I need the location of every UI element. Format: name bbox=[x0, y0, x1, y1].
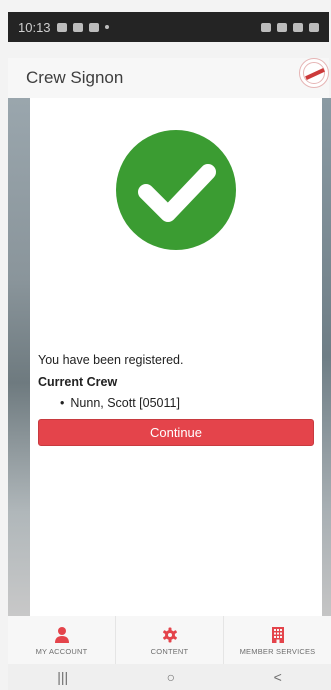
crew-member: Nunn, Scott [05011] bbox=[60, 396, 180, 410]
continue-button[interactable]: Continue bbox=[38, 419, 314, 446]
page-title: Crew Signon bbox=[26, 68, 124, 87]
more-dot-icon bbox=[104, 25, 109, 29]
gallery-icon bbox=[56, 22, 67, 32]
tab-content[interactable]: CONTENT bbox=[115, 616, 223, 664]
tab-label: CONTENT bbox=[150, 647, 189, 656]
tab-label: MEMBER SERVICES bbox=[239, 647, 316, 656]
crew-list: Nunn, Scott [05011] bbox=[60, 396, 180, 410]
app-header: Crew Signon bbox=[8, 58, 329, 98]
tab-my-account[interactable]: MY ACCOUNT bbox=[8, 616, 115, 664]
background-image-left bbox=[8, 98, 30, 616]
back-button[interactable]: < bbox=[274, 669, 282, 685]
registration-card: You have been registered. Current Crew N… bbox=[30, 98, 322, 616]
recents-button[interactable]: ||| bbox=[57, 669, 68, 685]
registered-message: You have been registered. bbox=[38, 353, 184, 367]
success-check-icon bbox=[116, 130, 236, 250]
location-icon bbox=[261, 22, 271, 32]
bottom-tab-bar: MY ACCOUNT CONTENT MEMBER SERVICES bbox=[8, 616, 331, 664]
status-bar: 10:13 bbox=[8, 12, 329, 42]
wifi-icon bbox=[277, 22, 287, 32]
cloud-icon bbox=[72, 22, 83, 32]
club-logo-icon[interactable] bbox=[299, 58, 329, 88]
system-nav-bar: ||| ○ < bbox=[8, 664, 331, 690]
tab-member-services[interactable]: MEMBER SERVICES bbox=[223, 616, 331, 664]
home-button[interactable]: ○ bbox=[167, 669, 175, 685]
clock: 10:13 bbox=[18, 19, 51, 35]
tab-label: MY ACCOUNT bbox=[35, 647, 88, 656]
battery-icon bbox=[309, 22, 319, 32]
current-crew-heading: Current Crew bbox=[38, 375, 118, 389]
background-image-right bbox=[322, 98, 331, 616]
signal-icon bbox=[293, 22, 303, 32]
app-icon bbox=[88, 22, 99, 32]
person-icon bbox=[54, 627, 69, 643]
gear-icon bbox=[162, 627, 177, 643]
building-icon bbox=[271, 627, 284, 643]
